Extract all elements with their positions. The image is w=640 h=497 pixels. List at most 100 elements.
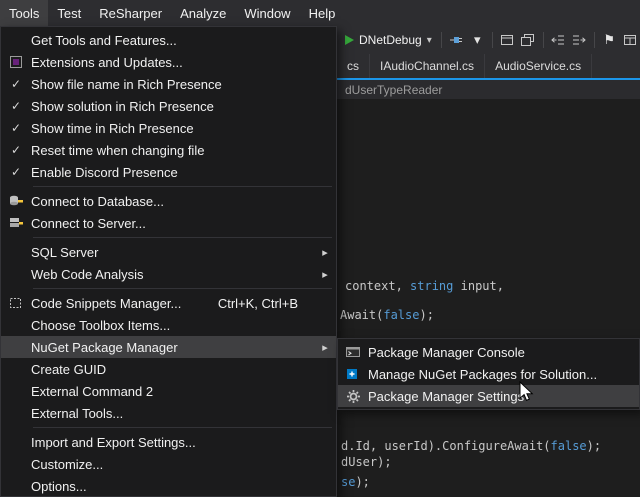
snippets-icon [1, 296, 31, 310]
submenu-arrow-icon: ▸ [318, 341, 332, 354]
menu-item-import-and-export-settings[interactable]: Import and Export Settings... [1, 431, 336, 453]
menu-item-customize[interactable]: Customize... [1, 453, 336, 475]
code-token: input, [453, 279, 504, 293]
toolbar-separator [594, 32, 595, 48]
code-line-2: Await(false); [340, 308, 434, 322]
breadcrumb[interactable]: dUserTypeReader [345, 83, 442, 97]
manage-packages-icon [338, 367, 368, 381]
code-token: ); [587, 439, 601, 453]
menu-item-label: Extensions and Updates... [31, 55, 332, 70]
debug-target-label: DNetDebug [359, 33, 422, 47]
menu-item-label: Create GUID [31, 362, 332, 377]
menu-item-label: Show solution in Rich Presence [31, 99, 332, 114]
menu-item-label: Manage NuGet Packages for Solution... [368, 367, 635, 382]
toolbar-separator [543, 32, 544, 48]
mouse-cursor [519, 381, 537, 405]
menubar-item-analyze[interactable]: Analyze [171, 0, 235, 26]
menu-item-nuget-package-manager[interactable]: NuGet Package Manager▸ [1, 336, 336, 358]
tab-cs[interactable]: cs [337, 54, 370, 78]
menu-item-options[interactable]: Options... [1, 475, 336, 497]
attach-icon[interactable] [446, 29, 467, 51]
submenu-arrow-icon: ▸ [318, 246, 332, 259]
start-debug-button[interactable]: DNetDebug ▾ [340, 28, 437, 52]
menu-item-label: Package Manager Console [368, 345, 635, 360]
menu-item-label: Package Manager Settings [368, 389, 635, 404]
submenu-item-package-manager-console[interactable]: Package Manager Console [338, 341, 639, 363]
menu-item-show-time-in-rich-presence[interactable]: ✓Show time in Rich Presence [1, 117, 336, 139]
bookmark-icon[interactable]: ⚑ [599, 29, 620, 51]
menu-item-label: NuGet Package Manager [31, 340, 318, 355]
menu-item-label: Customize... [31, 457, 332, 472]
code-token: ); [419, 308, 433, 322]
checkmark-icon: ✓ [1, 99, 31, 113]
menu-item-choose-toolbox-items[interactable]: Choose Toolbox Items... [1, 314, 336, 336]
menu-item-label: Show file name in Rich Presence [31, 77, 332, 92]
menu-item-label: Code Snippets Manager... [31, 296, 218, 311]
submenu-arrow-icon: ▸ [318, 268, 332, 281]
menu-item-web-code-analysis[interactable]: Web Code Analysis▸ [1, 263, 336, 285]
menu-item-label: Choose Toolbox Items... [31, 318, 332, 333]
database-icon [1, 194, 31, 208]
menu-item-label: Enable Discord Presence [31, 165, 332, 180]
tab-iaudiochannel-cs[interactable]: IAudioChannel.cs [370, 54, 485, 78]
menu-item-enable-discord-presence[interactable]: ✓Enable Discord Presence [1, 161, 336, 183]
menu-item-label: Options... [31, 479, 332, 494]
server-icon [1, 216, 31, 230]
tools-menu: Get Tools and Features... Extensions and … [0, 26, 337, 497]
menu-separator [33, 237, 332, 238]
menu-item-show-file-name-in-rich-presence[interactable]: ✓Show file name in Rich Presence [1, 73, 336, 95]
menu-item-reset-time-when-changing-file[interactable]: ✓Reset time when changing file [1, 139, 336, 161]
menu-separator [33, 288, 332, 289]
vs-window: ToolsTestReSharperAnalyzeWindowHelp DNet… [0, 0, 640, 497]
checkmark-icon: ✓ [1, 165, 31, 179]
checkmark-icon: ✓ [1, 121, 31, 135]
menu-item-label: Web Code Analysis [31, 267, 318, 282]
menu-item-create-guid[interactable]: Create GUID [1, 358, 336, 380]
chevron-down-icon[interactable]: ▾ [467, 29, 488, 51]
menu-item-extensions-and-updates[interactable]: Extensions and Updates... [1, 51, 336, 73]
code-line-1: context, string input, [345, 279, 504, 293]
code-token: Await( [340, 308, 383, 322]
menubar-item-resharper[interactable]: ReSharper [90, 0, 171, 26]
code-line-5: se); [341, 475, 370, 489]
toolbar-icons: ▾⚑ [437, 29, 640, 51]
code-token: false [551, 439, 587, 453]
menu-item-get-tools-and-features[interactable]: Get Tools and Features... [1, 29, 336, 51]
menu-item-code-snippets-manager[interactable]: Code Snippets Manager...Ctrl+K, Ctrl+B [1, 292, 336, 314]
checkmark-icon: ✓ [1, 143, 31, 157]
menu-item-label: External Command 2 [31, 384, 332, 399]
menu-item-sql-server[interactable]: SQL Server▸ [1, 241, 336, 263]
console-icon [338, 345, 368, 359]
decrease-indent-icon[interactable] [548, 29, 569, 51]
toolbar-separator [492, 32, 493, 48]
submenu-item-manage-nuget-packages-for-solution[interactable]: Manage NuGet Packages for Solution... [338, 363, 639, 385]
new-window-icon[interactable] [497, 29, 518, 51]
code-token: dUser); [341, 455, 392, 469]
code-token: se [341, 475, 355, 489]
menu-item-label: Show time in Rich Presence [31, 121, 332, 136]
code-token: ); [355, 475, 369, 489]
increase-indent-icon[interactable] [569, 29, 590, 51]
menu-item-connect-to-database[interactable]: Connect to Database... [1, 190, 336, 212]
float-window-icon[interactable] [518, 29, 539, 51]
menubar-item-test[interactable]: Test [48, 0, 90, 26]
toolbar-separator [441, 32, 442, 48]
code-line-4: dUser); [341, 455, 392, 469]
menu-item-connect-to-server[interactable]: Connect to Server... [1, 212, 336, 234]
menubar-item-window[interactable]: Window [235, 0, 299, 26]
menu-item-external-command-2[interactable]: External Command 2 [1, 380, 336, 402]
menu-item-external-tools[interactable]: External Tools... [1, 402, 336, 424]
gear-icon [338, 389, 368, 404]
panel-layout-icon[interactable] [620, 29, 640, 51]
tab-audioservice-cs[interactable]: AudioService.cs [485, 54, 592, 78]
code-token: false [383, 308, 419, 322]
menu-item-label: External Tools... [31, 406, 332, 421]
chevron-down-icon[interactable]: ▾ [427, 35, 432, 46]
submenu-item-package-manager-settings[interactable]: Package Manager Settings [338, 385, 639, 407]
menu-item-label: Reset time when changing file [31, 143, 332, 158]
menu-item-label: Import and Export Settings... [31, 435, 332, 450]
menubar-item-help[interactable]: Help [300, 0, 345, 26]
code-line-3: d.Id, userId).ConfigureAwait(false); [341, 439, 601, 453]
menu-item-show-solution-in-rich-presence[interactable]: ✓Show solution in Rich Presence [1, 95, 336, 117]
menubar-item-tools[interactable]: Tools [0, 0, 48, 26]
